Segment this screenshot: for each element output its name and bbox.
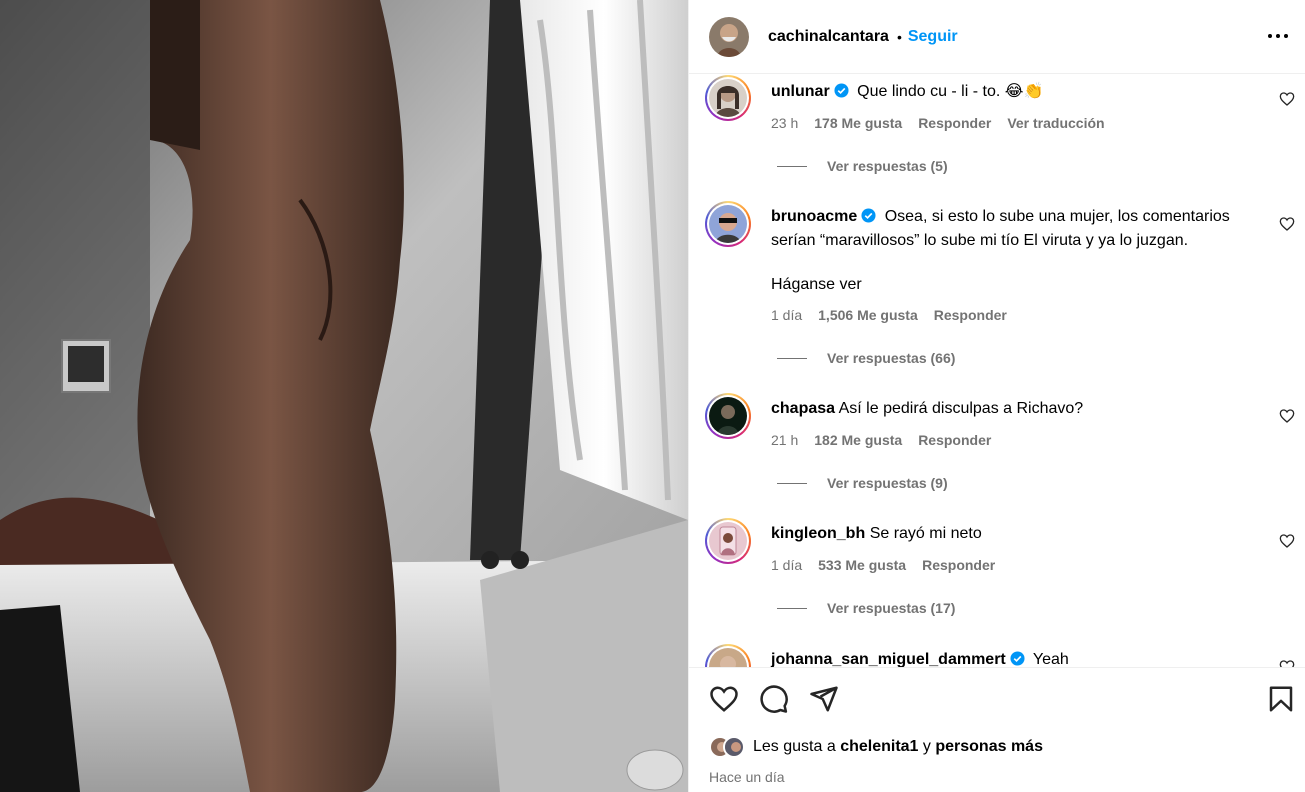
replies-line (777, 165, 807, 167)
comment-likes[interactable]: 1,506 Me gusta (818, 307, 918, 323)
replies-line (777, 482, 807, 484)
follow-button[interactable]: Seguir (908, 28, 958, 46)
commenter-avatar[interactable] (705, 393, 751, 439)
post-side-panel: cachinalcantara • Seguir unlunar Que lin… (688, 0, 1305, 792)
post-actions-bar: Les gusta a chelenita1 y personas más Ha… (689, 667, 1305, 792)
heart-icon[interactable] (1279, 216, 1295, 232)
comment-meta: 1 día 1,506 Me gusta Responder (771, 307, 1007, 323)
likes-prefix: Les gusta a (753, 738, 836, 755)
likes-conjunction: y (922, 738, 931, 755)
share-icon[interactable] (809, 684, 839, 714)
comment-body: johanna_san_miguel_dammert Yeah (771, 648, 1231, 667)
replies-label: Ver respuestas (5) (827, 158, 948, 174)
replies-label: Ver respuestas (9) (827, 475, 948, 491)
comment-body: chapasa Así le pedirá disculpas a Richav… (771, 397, 1231, 421)
comment-meta: 23 h 178 Me gusta Responder Ver traducci… (771, 115, 1105, 131)
comment-likes[interactable]: 533 Me gusta (818, 557, 906, 573)
like-heart-icon[interactable] (709, 684, 739, 714)
post-photo[interactable] (0, 0, 688, 792)
comment-text: Que lindo cu - li - to. 😂👏 (857, 83, 1044, 100)
view-replies-button[interactable]: Ver respuestas (5) (777, 158, 948, 174)
commenter-avatar[interactable] (705, 644, 751, 667)
view-replies-button[interactable]: Ver respuestas (17) (777, 600, 955, 616)
replies-line (777, 357, 807, 359)
comment-body: kingleon_bh Se rayó mi neto (771, 522, 1231, 546)
comment-time: 21 h (771, 432, 799, 448)
verified-badge-icon (1010, 651, 1025, 666)
comment-username[interactable]: kingleon_bh (771, 525, 865, 542)
commenter-avatar[interactable] (705, 518, 751, 564)
replies-line (777, 607, 807, 609)
comment-likes[interactable]: 182 Me gusta (814, 432, 902, 448)
likes-others-link[interactable]: personas más (935, 738, 1043, 755)
comment-username[interactable]: johanna_san_miguel_dammert (771, 651, 1006, 667)
heart-icon[interactable] (1279, 533, 1295, 549)
more-options-icon[interactable] (1266, 26, 1290, 46)
heart-icon[interactable] (1279, 91, 1295, 107)
instagram-post-view: cachinalcantara • Seguir unlunar Que lin… (0, 0, 1305, 792)
heart-icon[interactable] (1279, 408, 1295, 424)
reply-button[interactable]: Responder (918, 115, 991, 131)
likes-text: Les gusta a chelenita1 y personas más (753, 738, 1043, 756)
reply-button[interactable]: Responder (934, 307, 1007, 323)
translate-button[interactable]: Ver traducción (1007, 115, 1104, 131)
commenter-avatar[interactable] (705, 75, 751, 121)
comment-text-line2: Háganse ver (771, 276, 862, 293)
separator-dot: • (896, 28, 902, 45)
comment-meta: 21 h 182 Me gusta Responder (771, 432, 991, 448)
author-username[interactable]: cachinalcantara (768, 28, 889, 46)
comment-body: unlunar Que lindo cu - li - to. 😂👏 (771, 80, 1231, 104)
comments-list[interactable]: unlunar Que lindo cu - li - to. 😂👏 23 h … (689, 75, 1305, 667)
replies-label: Ver respuestas (17) (827, 600, 956, 616)
verified-badge-icon (861, 208, 876, 223)
comment-text: Se rayó mi neto (869, 525, 982, 542)
commenter-avatar[interactable] (705, 201, 751, 247)
comment-icon[interactable] (759, 684, 789, 714)
comment-time: 23 h (771, 115, 799, 131)
post-timestamp: Hace un día (709, 769, 785, 785)
liker-username[interactable]: chelenita1 (840, 738, 918, 755)
comment-text: Yeah (1032, 651, 1069, 667)
comment-text: Así le pedirá disculpas a Richavo? (838, 400, 1084, 417)
reply-button[interactable]: Responder (918, 432, 991, 448)
comment-time: 1 día (771, 557, 803, 573)
comment-username[interactable]: brunoacme (771, 208, 857, 225)
bookmark-icon[interactable] (1266, 684, 1296, 714)
post-header: cachinalcantara • Seguir (689, 0, 1305, 74)
replies-label: Ver respuestas (66) (827, 350, 956, 366)
comment-username[interactable]: unlunar (771, 83, 830, 100)
comment-meta: 1 día 533 Me gusta Responder (771, 557, 995, 573)
author-avatar[interactable] (709, 16, 749, 57)
post-photo-image (0, 0, 688, 792)
comment-likes[interactable]: 178 Me gusta (814, 115, 902, 131)
verified-badge-icon (834, 83, 849, 98)
comment-username[interactable]: chapasa (771, 400, 835, 417)
liker-avatar (723, 736, 745, 758)
view-replies-button[interactable]: Ver respuestas (66) (777, 350, 955, 366)
heart-icon[interactable] (1279, 659, 1295, 667)
reply-button[interactable]: Responder (922, 557, 995, 573)
view-replies-button[interactable]: Ver respuestas (9) (777, 475, 948, 491)
comment-time: 1 día (771, 307, 803, 323)
comment-body: brunoacme Osea, si esto lo sube una muje… (771, 205, 1231, 297)
likes-summary: Les gusta a chelenita1 y personas más (709, 736, 1043, 758)
